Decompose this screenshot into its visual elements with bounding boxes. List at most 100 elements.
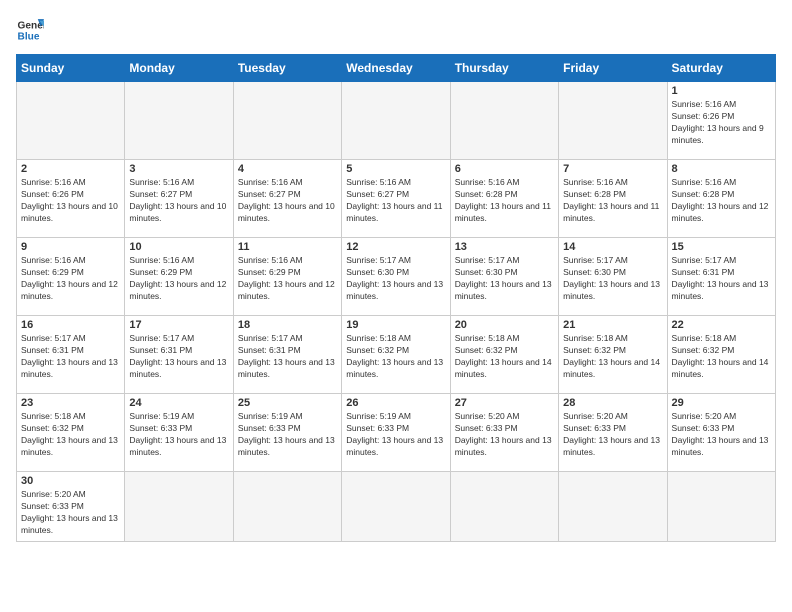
calendar-cell-empty: [450, 82, 558, 160]
calendar-cell-5: 5 Sunrise: 5:16 AMSunset: 6:27 PMDaylight…: [342, 160, 450, 238]
calendar-cell-7: 7Sunrise: 5:16 AMSunset: 6:28 PMDaylight…: [559, 160, 667, 238]
day-number: 23: [21, 397, 120, 409]
day-number: 2: [21, 163, 120, 175]
day-number: 9: [21, 241, 120, 253]
day-info: Sunrise: 5:16 AMSunset: 6:27 PMDaylight:…: [129, 177, 228, 225]
calendar-cell-29: 29Sunrise: 5:20 AMSunset: 6:33 PMDayligh…: [667, 394, 775, 472]
calendar-cell-13: 13 Sunrise: 5:17 AMSunset: 6:30 PMDayligh…: [450, 238, 558, 316]
calendar-cell-21: 21 Sunrise: 5:18 AMSunset: 6:32 PMDayligh…: [559, 316, 667, 394]
weekday-header-row: SundayMondayTuesdayWednesdayThursdayFrid…: [17, 55, 776, 82]
calendar-cell-14: 14 Sunrise: 5:17 AMSunset: 6:30 PMDayligh…: [559, 238, 667, 316]
logo: General Blue: [16, 16, 48, 44]
day-info: Sunrise: 5:16 AMSunset: 6:27 PMDaylight:…: [346, 177, 445, 225]
day-info: Sunrise: 5:18 AMSunset: 6:32 PMDaylight:…: [563, 333, 662, 381]
calendar-cell-6: 6 Sunrise: 5:16 AMSunset: 6:28 PMDaylight…: [450, 160, 558, 238]
calendar-cell-18: 18 Sunrise: 5:17 AMSunset: 6:31 PMDayligh…: [233, 316, 341, 394]
day-info: Sunrise: 5:17 AMSunset: 6:31 PMDaylight:…: [129, 333, 228, 381]
day-info: Sunrise: 5:17 AMSunset: 6:30 PMDaylight:…: [455, 255, 554, 303]
day-info: Sunrise: 5:16 AMSunset: 6:27 PMDaylight:…: [238, 177, 337, 225]
calendar-cell-empty: [233, 472, 341, 542]
day-number: 21: [563, 319, 662, 331]
day-info: Sunrise: 5:18 AMSunset: 6:32 PMDaylight:…: [21, 411, 120, 459]
day-info: Sunrise: 5:19 AMSunset: 6:33 PMDaylight:…: [238, 411, 337, 459]
day-info: Sunrise: 5:19 AMSunset: 6:33 PMDaylight:…: [346, 411, 445, 459]
calendar-cell-28: 28 Sunrise: 5:20 AMSunset: 6:33 PMDayligh…: [559, 394, 667, 472]
day-number: 29: [672, 397, 771, 409]
day-number: 24: [129, 397, 228, 409]
day-info: Sunrise: 5:16 AMSunset: 6:28 PMDaylight:…: [455, 177, 554, 225]
day-number: 12: [346, 241, 445, 253]
calendar-cell-2: 2Sunrise: 5:16 AMSunset: 6:26 PMDaylight…: [17, 160, 125, 238]
week-row-1: 2Sunrise: 5:16 AMSunset: 6:26 PMDaylight…: [17, 160, 776, 238]
day-info: Sunrise: 5:16 AMSunset: 6:28 PMDaylight:…: [672, 177, 771, 225]
day-number: 28: [563, 397, 662, 409]
day-number: 13: [455, 241, 554, 253]
day-number: 18: [238, 319, 337, 331]
calendar-cell-empty: [17, 82, 125, 160]
day-info: Sunrise: 5:18 AMSunset: 6:32 PMDaylight:…: [346, 333, 445, 381]
calendar-cell-empty: [559, 472, 667, 542]
calendar-cell-16: 16Sunrise: 5:17 AMSunset: 6:31 PMDayligh…: [17, 316, 125, 394]
week-row-5: 30 Sunrise: 5:20 AMSunset: 6:33 PMDayligh…: [17, 472, 776, 542]
day-number: 26: [346, 397, 445, 409]
day-number: 25: [238, 397, 337, 409]
day-number: 4: [238, 163, 337, 175]
day-info: Sunrise: 5:17 AMSunset: 6:30 PMDaylight:…: [346, 255, 445, 303]
calendar-cell-8: 8Sunrise: 5:16 AMSunset: 6:28 PMDaylight…: [667, 160, 775, 238]
day-number: 15: [672, 241, 771, 253]
weekday-header-friday: Friday: [559, 55, 667, 82]
day-info: Sunrise: 5:16 AMSunset: 6:29 PMDaylight:…: [21, 255, 120, 303]
day-info: Sunrise: 5:17 AMSunset: 6:31 PMDaylight:…: [672, 255, 771, 303]
calendar-cell-empty: [667, 472, 775, 542]
weekday-header-monday: Monday: [125, 55, 233, 82]
day-number: 17: [129, 319, 228, 331]
calendar-cell-empty: [342, 472, 450, 542]
calendar-cell-empty: [450, 472, 558, 542]
page-container: General Blue SundayMondayTuesdayWednesda…: [16, 16, 776, 542]
day-number: 22: [672, 319, 771, 331]
calendar-cell-empty: [342, 82, 450, 160]
weekday-header-thursday: Thursday: [450, 55, 558, 82]
day-number: 3: [129, 163, 228, 175]
svg-text:Blue: Blue: [18, 31, 40, 42]
calendar-cell-4: 4 Sunrise: 5:16 AMSunset: 6:27 PMDaylight…: [233, 160, 341, 238]
day-info: Sunrise: 5:18 AMSunset: 6:32 PMDaylight:…: [672, 333, 771, 381]
week-row-3: 16 Sunrise: 5:17 AMSunset: 6:31 PMDayligh…: [17, 316, 776, 394]
calendar-cell-empty: [125, 82, 233, 160]
week-row-4: 23 Sunrise: 5:18 AMSunset: 6:32 PMDayligh…: [17, 394, 776, 472]
day-info: Sunrise: 5:19 AMSunset: 6:33 PMDaylight:…: [129, 411, 228, 459]
calendar-cell-1: 1 Sunrise: 5:16 AMSunset: 6:26 PMDaylight…: [667, 82, 775, 160]
week-row-0: 1 Sunrise: 5:16 AMSunset: 6:26 PMDaylight…: [17, 82, 776, 160]
weekday-header-tuesday: Tuesday: [233, 55, 341, 82]
calendar-cell-15: 15 Sunrise: 5:17 AMSunset: 6:31 PMDayligh…: [667, 238, 775, 316]
day-number: 7: [563, 163, 662, 175]
calendar-cell-19: 19 Sunrise: 5:18 AMSunset: 6:32 PMDayligh…: [342, 316, 450, 394]
logo-icon: General Blue: [16, 16, 44, 44]
day-number: 30: [21, 475, 120, 487]
calendar-cell-11: 11Sunrise: 5:16 AMSunset: 6:29 PMDayligh…: [233, 238, 341, 316]
calendar-cell-10: 10 Sunrise: 5:16 AMSunset: 6:29 PMDayligh…: [125, 238, 233, 316]
calendar-cell-30: 30 Sunrise: 5:20 AMSunset: 6:33 PMDayligh…: [17, 472, 125, 542]
day-info: Sunrise: 5:17 AMSunset: 6:30 PMDaylight:…: [563, 255, 662, 303]
day-number: 14: [563, 241, 662, 253]
day-number: 10: [129, 241, 228, 253]
day-info: Sunrise: 5:17 AMSunset: 6:31 PMDaylight:…: [238, 333, 337, 381]
day-number: 1: [672, 85, 771, 97]
day-number: 16: [21, 319, 120, 331]
calendar-cell-20: 20Sunrise: 5:18 AMSunset: 6:32 PMDayligh…: [450, 316, 558, 394]
calendar-cell-12: 12 Sunrise: 5:17 AMSunset: 6:30 PMDayligh…: [342, 238, 450, 316]
day-number: 5: [346, 163, 445, 175]
day-info: Sunrise: 5:16 AMSunset: 6:29 PMDaylight:…: [129, 255, 228, 303]
calendar-cell-empty: [559, 82, 667, 160]
calendar-cell-3: 3 Sunrise: 5:16 AMSunset: 6:27 PMDaylight…: [125, 160, 233, 238]
calendar-cell-23: 23 Sunrise: 5:18 AMSunset: 6:32 PMDayligh…: [17, 394, 125, 472]
day-info: Sunrise: 5:16 AMSunset: 6:26 PMDaylight:…: [672, 99, 771, 147]
day-info: Sunrise: 5:20 AMSunset: 6:33 PMDaylight:…: [21, 489, 120, 537]
day-number: 6: [455, 163, 554, 175]
day-number: 11: [238, 241, 337, 253]
calendar-cell-24: 24 Sunrise: 5:19 AMSunset: 6:33 PMDayligh…: [125, 394, 233, 472]
day-info: Sunrise: 5:20 AMSunset: 6:33 PMDaylight:…: [563, 411, 662, 459]
day-number: 19: [346, 319, 445, 331]
week-row-2: 9 Sunrise: 5:16 AMSunset: 6:29 PMDaylight…: [17, 238, 776, 316]
calendar-cell-9: 9 Sunrise: 5:16 AMSunset: 6:29 PMDaylight…: [17, 238, 125, 316]
